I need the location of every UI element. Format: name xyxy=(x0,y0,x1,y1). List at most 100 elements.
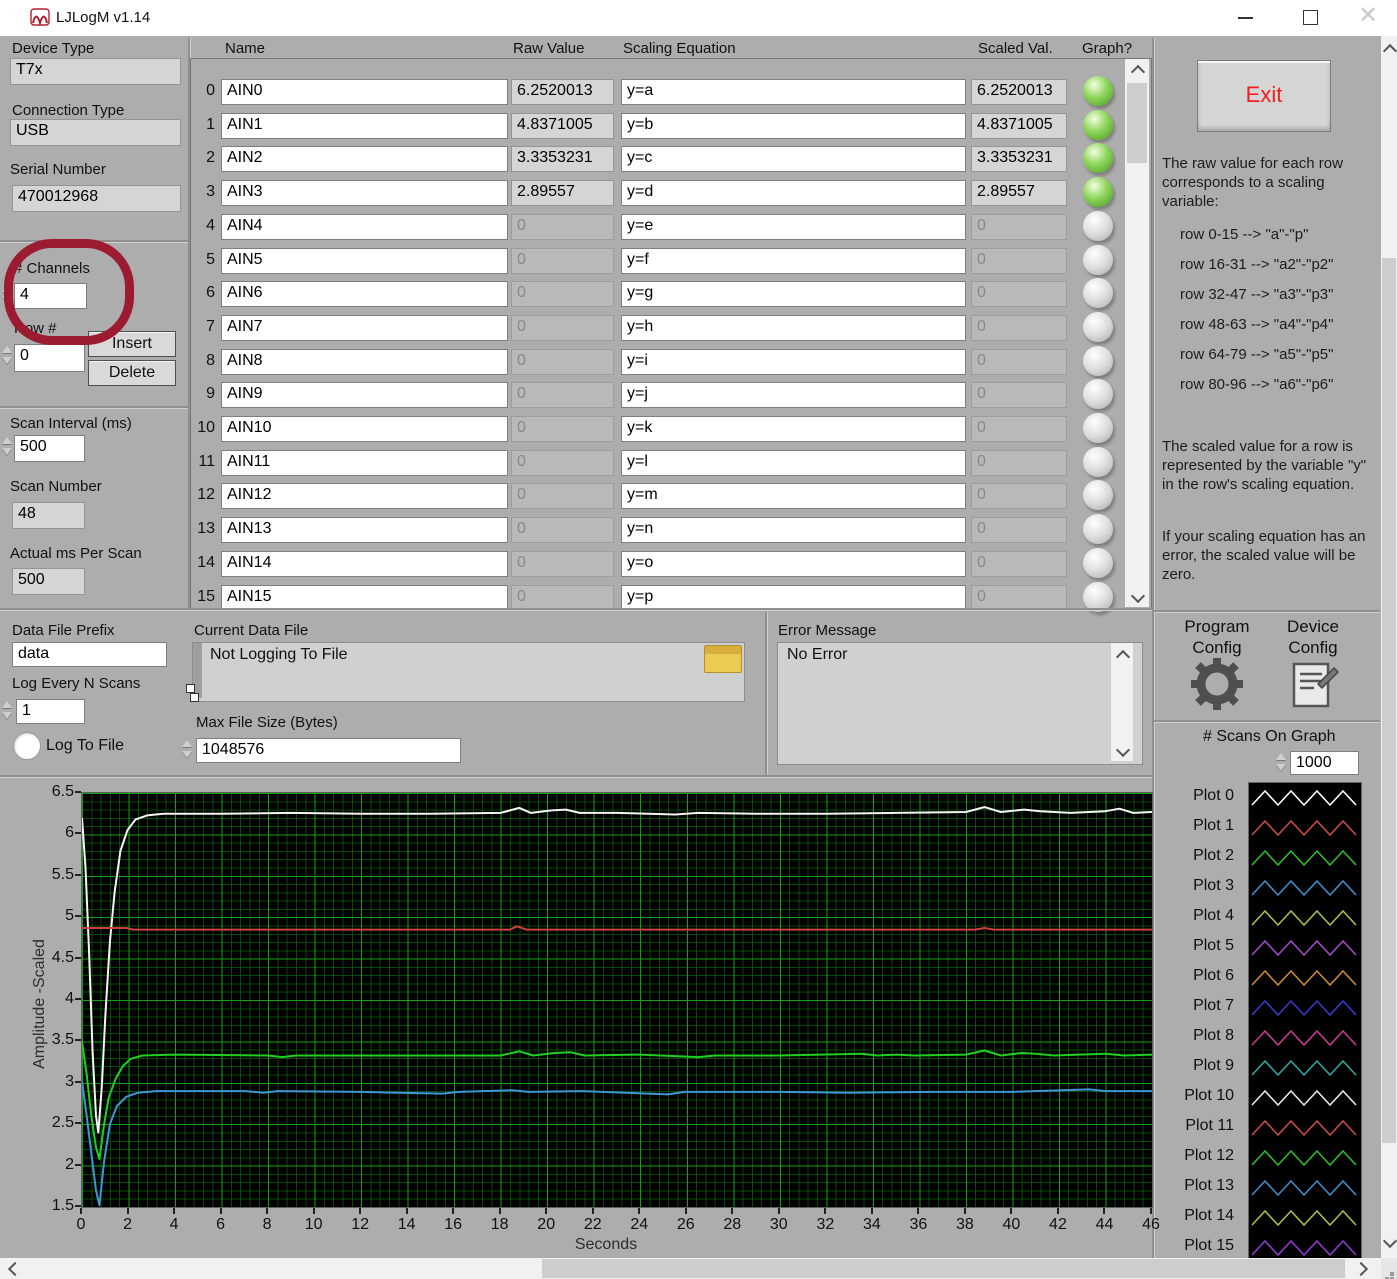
delete-button[interactable]: Delete xyxy=(88,360,176,386)
channel-name-input[interactable]: AIN10 xyxy=(221,416,508,442)
channel-name-input[interactable]: AIN9 xyxy=(221,382,508,408)
close-button[interactable]: ✕ xyxy=(1355,3,1381,29)
minimize-button[interactable] xyxy=(1238,17,1253,19)
scaling-equation-input[interactable]: y=i xyxy=(621,349,966,375)
scaling-equation-input[interactable]: y=n xyxy=(621,517,966,543)
row-spin-up[interactable] xyxy=(2,346,12,353)
graph-led-on[interactable] xyxy=(1083,110,1113,140)
scaling-equation-input[interactable]: y=l xyxy=(621,450,966,476)
graph-led-off[interactable] xyxy=(1083,312,1113,342)
scaling-equation-input[interactable]: y=f xyxy=(621,248,966,274)
scan-interval-input[interactable]: 500 xyxy=(14,435,85,462)
channel-name-input[interactable]: AIN11 xyxy=(221,450,508,476)
every-n-spin-up[interactable] xyxy=(2,701,12,708)
browse-folder-icon[interactable] xyxy=(704,645,742,673)
graph-led-on[interactable] xyxy=(1083,177,1113,207)
scaling-equation-input[interactable]: y=h xyxy=(621,315,966,341)
row-spin-down[interactable] xyxy=(2,357,12,364)
data-file-prefix-input[interactable]: data xyxy=(12,642,167,667)
max-size-spin-up[interactable] xyxy=(182,740,192,747)
graph-led-off[interactable] xyxy=(1083,447,1113,477)
error-scroll-down-icon[interactable] xyxy=(1116,743,1130,757)
graph-led-off[interactable] xyxy=(1083,245,1113,275)
device-config-document-icon[interactable] xyxy=(1290,658,1340,710)
scans-on-graph-input[interactable]: 1000 xyxy=(1290,751,1359,775)
channel-name-input[interactable]: AIN1 xyxy=(221,113,508,139)
channel-name-input[interactable]: AIN5 xyxy=(221,248,508,274)
channel-name-input[interactable]: AIN15 xyxy=(221,585,508,611)
scaling-equation-input[interactable]: y=o xyxy=(621,551,966,577)
interval-spin-up[interactable] xyxy=(2,437,12,444)
trace-plot-2-ain2- xyxy=(82,1041,1152,1159)
channel-name-input[interactable]: AIN4 xyxy=(221,214,508,240)
channel-name-input[interactable]: AIN8 xyxy=(221,349,508,375)
resize-handle[interactable] xyxy=(190,693,199,702)
scaling-equation-input[interactable]: y=p xyxy=(621,585,966,611)
scaled-value-indicator: 0 xyxy=(971,349,1067,375)
window-horizontal-scrollbar[interactable] xyxy=(0,1258,1381,1279)
scaling-equation-input[interactable]: y=g xyxy=(621,281,966,307)
table-scrollbar-thumb[interactable] xyxy=(1127,83,1147,163)
channel-name-input[interactable]: AIN12 xyxy=(221,483,508,509)
channel-name-input[interactable]: AIN0 xyxy=(221,79,508,105)
error-scrollbar[interactable] xyxy=(1111,643,1133,761)
graph-led-off[interactable] xyxy=(1083,278,1113,308)
scaling-equation-input[interactable]: y=b xyxy=(621,113,966,139)
maximize-button[interactable] xyxy=(1303,10,1318,25)
max-size-spin-down[interactable] xyxy=(182,751,192,758)
channel-name-input[interactable]: AIN13 xyxy=(221,517,508,543)
error-scroll-up-icon[interactable] xyxy=(1116,650,1130,664)
scaling-equation-input[interactable]: y=c xyxy=(621,146,966,172)
table-scroll-down-icon[interactable] xyxy=(1131,589,1145,603)
table-scroll-up-icon[interactable] xyxy=(1131,65,1145,79)
window-vertical-scrollbar[interactable] xyxy=(1381,36,1397,1258)
graph-led-off[interactable] xyxy=(1083,548,1113,578)
legend-waveform-icon xyxy=(1252,1241,1356,1255)
graph-led-off[interactable] xyxy=(1083,211,1113,241)
scans-spin-down[interactable] xyxy=(1276,764,1286,771)
channel-name-input[interactable]: AIN3 xyxy=(221,180,508,206)
resize-grip[interactable] xyxy=(1390,1272,1394,1276)
scaling-equation-input[interactable]: y=a xyxy=(621,79,966,105)
channel-name-input[interactable]: AIN14 xyxy=(221,551,508,577)
scaling-equation-input[interactable]: y=e xyxy=(621,214,966,240)
log-every-n-input[interactable]: 1 xyxy=(16,699,85,724)
log-to-file-radio[interactable] xyxy=(13,732,41,760)
resize-handle[interactable] xyxy=(186,684,195,693)
scaling-equation-input[interactable]: y=m xyxy=(621,483,966,509)
scans-spin-up[interactable] xyxy=(1276,753,1286,760)
row-number-input[interactable]: 0 xyxy=(14,344,85,372)
graph-led-off[interactable] xyxy=(1083,346,1113,376)
graph-led-off[interactable] xyxy=(1083,514,1113,544)
graph-led-off[interactable] xyxy=(1083,413,1113,443)
graph-led-off[interactable] xyxy=(1083,379,1113,409)
x-tick-label: 0 xyxy=(61,1216,101,1234)
graph-led-off[interactable] xyxy=(1083,582,1113,612)
v-scroll-down-icon[interactable] xyxy=(1383,1234,1397,1248)
plot-legend-strip[interactable] xyxy=(1248,782,1362,1264)
v-scroll-up-icon[interactable] xyxy=(1383,44,1397,58)
v-scrollbar-thumb[interactable] xyxy=(1382,258,1396,1143)
scrollbar-corner xyxy=(1381,1258,1397,1279)
scaling-equation-input[interactable]: y=k xyxy=(621,416,966,442)
channel-name-input[interactable]: AIN7 xyxy=(221,315,508,341)
every-n-spin-down[interactable] xyxy=(2,712,12,719)
exit-button[interactable]: Exit xyxy=(1197,60,1331,132)
channel-name-input[interactable]: AIN2 xyxy=(221,146,508,172)
h-scroll-left-icon[interactable] xyxy=(8,1262,22,1276)
h-scrollbar-thumb[interactable] xyxy=(542,1259,1345,1278)
graph-led-on[interactable] xyxy=(1083,143,1113,173)
table-scrollbar[interactable] xyxy=(1125,59,1149,607)
interval-spin-down[interactable] xyxy=(2,448,12,455)
scaling-equation-input[interactable]: y=j xyxy=(621,382,966,408)
legend-waveform-icon xyxy=(1252,1151,1356,1165)
max-file-size-input[interactable]: 1048576 xyxy=(196,738,461,763)
max-file-size-label: Max File Size (Bytes) xyxy=(196,714,338,731)
graph-led-off[interactable] xyxy=(1083,480,1113,510)
program-config-gear-icon[interactable] xyxy=(1189,656,1245,712)
divider xyxy=(0,775,1152,777)
channel-name-input[interactable]: AIN6 xyxy=(221,281,508,307)
h-scroll-right-icon[interactable] xyxy=(1354,1262,1368,1276)
scaling-equation-input[interactable]: y=d xyxy=(621,180,966,206)
graph-led-on[interactable] xyxy=(1083,76,1113,106)
